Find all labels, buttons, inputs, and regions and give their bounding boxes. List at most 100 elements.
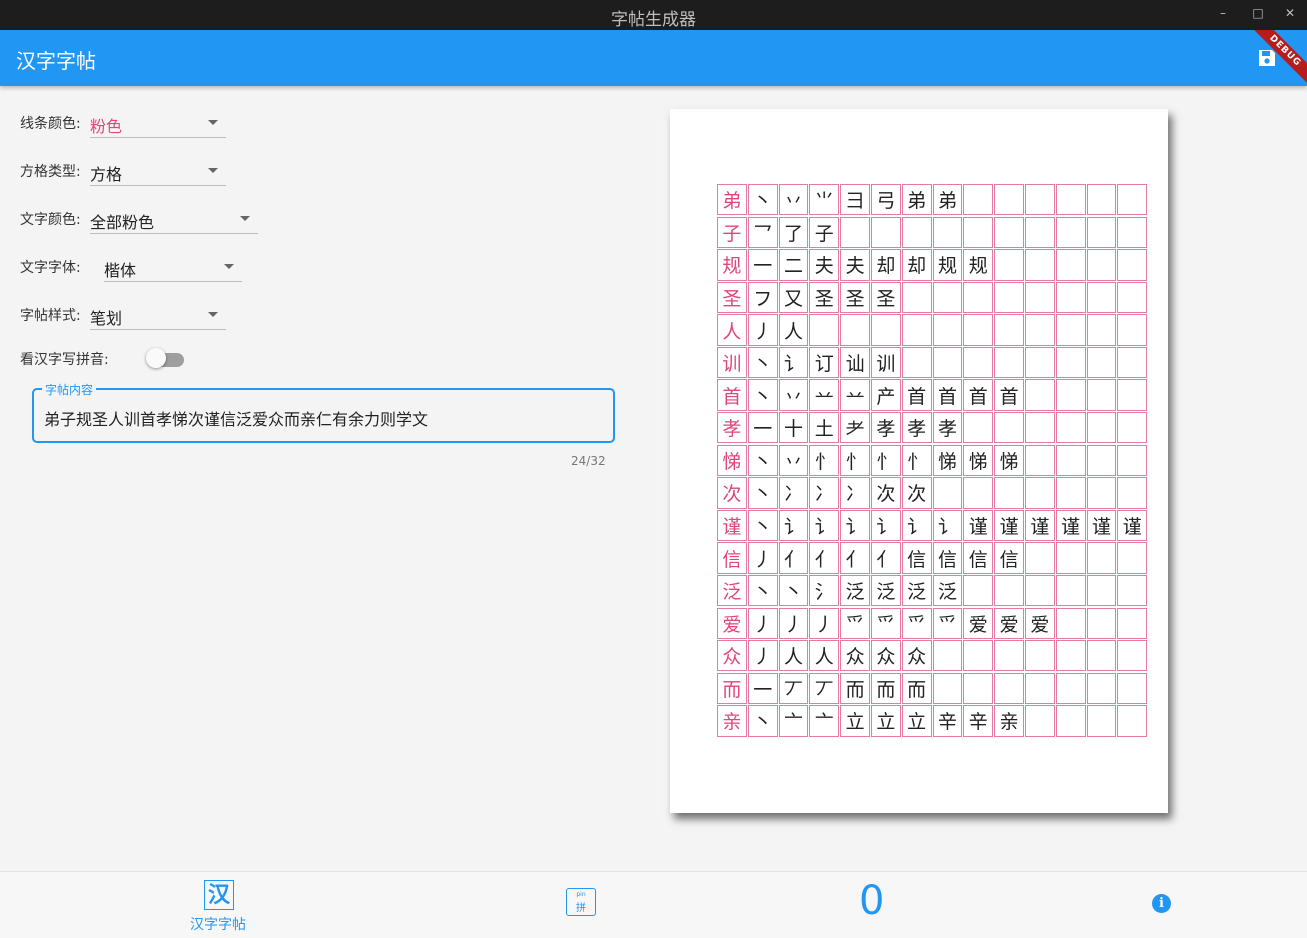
grid-cell: 爫	[870, 607, 901, 639]
digit-zero-icon: 0	[859, 878, 885, 924]
grid-cell: 辛	[963, 705, 994, 737]
grid-cell	[1086, 542, 1117, 574]
grid-cell	[840, 216, 870, 248]
copybook-preview: 弟丶丷⺌⺕弓弟弟子乛了子规一二夫夫却却规规圣フ又圣圣圣人丿人训丶讠订讪训首丶丷䒑…	[670, 109, 1168, 813]
style-dropdown[interactable]: 笔划	[90, 301, 226, 330]
grid-cell: 十	[778, 412, 809, 444]
grid-cell: 丆	[778, 672, 809, 705]
grid-cell	[840, 314, 870, 346]
grid-cell	[1055, 607, 1086, 639]
grid-cell	[1024, 379, 1055, 411]
grid-cell: 亻	[778, 542, 809, 574]
grid-cell	[963, 477, 994, 509]
nav-info[interactable]: i	[1152, 872, 1171, 938]
close-button[interactable]: ✕	[1280, 6, 1300, 20]
grid-cell: 讪	[840, 346, 870, 379]
grid-cell-model-char: 规	[717, 249, 747, 281]
grid-cell	[1055, 249, 1086, 281]
grid-cell: 爫	[932, 607, 963, 639]
content-field-value[interactable]: 弟子规圣人训首孝悌次谨信泛爱众而亲仁有余力则学文	[44, 406, 428, 430]
grid-cell: 䒑	[840, 379, 870, 411]
grid-row: 爱丿丿丿爫爫爫爫爱爱爱	[717, 607, 1148, 639]
grid-cell: 首	[963, 379, 994, 411]
grid-cell	[1086, 705, 1117, 737]
grid-cell-model-char: 孝	[717, 412, 747, 444]
grid-cell: 谨	[1055, 509, 1086, 542]
content-text-field[interactable]: 字帖内容 弟子规圣人训首孝悌次谨信泛爱众而亲仁有余力则学文	[32, 381, 615, 443]
app-bar: 汉字字帖 DEBUG	[0, 30, 1307, 86]
nav-hanzi-label: 汉字字帖	[190, 917, 246, 933]
grid-cell: 立	[840, 705, 870, 737]
grid-cell: 谨	[1024, 509, 1055, 542]
pinyin-switch[interactable]	[146, 348, 166, 368]
text-color-value: 全部粉色	[90, 213, 155, 232]
grid-cell	[1117, 412, 1148, 444]
grid-cell: 丶	[747, 379, 778, 411]
grid-cell: 次	[901, 477, 932, 509]
nav-digits[interactable]: 0	[859, 872, 885, 938]
text-color-dropdown[interactable]: 全部粉色	[90, 205, 258, 234]
practice-grid: 弟丶丷⺌⺕弓弟弟子乛了子规一二夫夫却却规规圣フ又圣圣圣人丿人训丶讠订讪训首丶丷䒑…	[717, 184, 1148, 738]
line-color-dropdown[interactable]: 粉色	[90, 109, 226, 138]
grid-cell	[994, 314, 1024, 346]
grid-cell: 忄	[901, 444, 932, 477]
grid-row: 圣フ又圣圣圣	[717, 281, 1148, 314]
grid-cell	[994, 477, 1024, 509]
grid-cell	[994, 672, 1024, 705]
grid-row: 悌丶丷忄忄忄忄悌悌悌	[717, 444, 1148, 477]
grid-row: 训丶讠订讪训	[717, 346, 1148, 379]
grid-cell	[1055, 705, 1086, 737]
grid-cell-model-char: 圣	[717, 281, 747, 314]
nav-hanzi-copybook[interactable]: 汉 汉字字帖	[190, 872, 246, 938]
grid-cell	[1117, 281, 1148, 314]
grid-cell	[994, 346, 1024, 379]
font-dropdown[interactable]: 楷体	[104, 253, 242, 282]
grid-cell	[1055, 216, 1086, 248]
grid-cell: 首	[932, 379, 963, 411]
maximize-button[interactable]: □	[1248, 6, 1268, 20]
grid-cell-model-char: 而	[717, 672, 747, 705]
grid-cell: 丿	[747, 314, 778, 346]
grid-cell	[1024, 216, 1055, 248]
style-value: 笔划	[90, 309, 123, 328]
font-label: 文字字体:	[20, 260, 81, 276]
content-field-label: 字帖内容	[42, 381, 97, 398]
style-label: 字帖样式:	[20, 308, 81, 324]
grid-cell	[1117, 444, 1148, 477]
grid-cell: 讠	[778, 509, 809, 542]
grid-cell	[1055, 412, 1086, 444]
grid-cell: 弓	[870, 184, 901, 216]
grid-cell: 丿	[809, 607, 840, 639]
grid-cell: 而	[840, 672, 870, 705]
grid-cell	[932, 640, 963, 672]
grid-cell	[1086, 672, 1117, 705]
grid-cell: 亠	[809, 705, 840, 737]
grid-cell: 土	[809, 412, 840, 444]
nav-pinyin[interactable]: pin 拼	[566, 872, 596, 938]
grid-cell: 泛	[840, 574, 870, 607]
grid-cell: 丿	[747, 542, 778, 574]
grid-cell: 圣	[870, 281, 901, 314]
grid-cell	[1086, 640, 1117, 672]
grid-row: 规一二夫夫却却规规	[717, 249, 1148, 281]
grid-cell: 冫	[778, 477, 809, 509]
grid-cell	[870, 216, 901, 248]
grid-cell: 爫	[840, 607, 870, 639]
grid-cell: 忄	[870, 444, 901, 477]
grid-cell	[1055, 314, 1086, 346]
grid-cell: 丷	[778, 444, 809, 477]
grid-cell: 子	[809, 216, 840, 248]
grid-type-dropdown[interactable]: 方格	[90, 157, 226, 186]
grid-cell	[932, 672, 963, 705]
minimize-button[interactable]: –	[1213, 6, 1233, 20]
grid-cell: 䒑	[809, 379, 840, 411]
grid-cell: 辛	[932, 705, 963, 737]
grid-cell	[963, 412, 994, 444]
grid-cell: 亠	[778, 705, 809, 737]
dropdown-arrow-icon	[208, 168, 218, 173]
dropdown-arrow-icon	[208, 120, 218, 125]
grid-cell	[1117, 346, 1148, 379]
grid-cell-model-char: 泛	[717, 574, 747, 607]
save-icon[interactable]	[1257, 48, 1277, 68]
grid-cell	[1024, 346, 1055, 379]
